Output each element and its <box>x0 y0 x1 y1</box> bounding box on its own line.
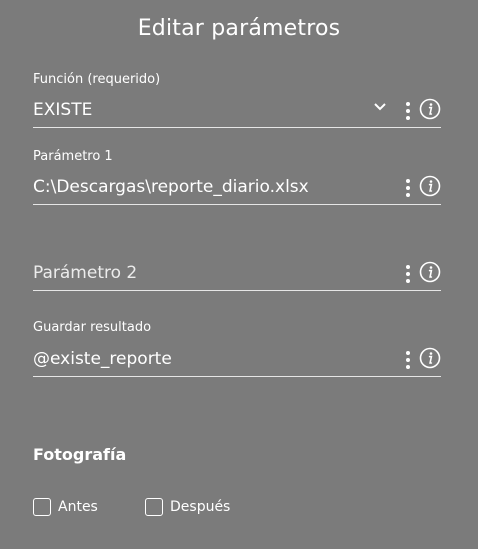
parameter-2-placeholder: Parámetro 2 <box>33 263 138 283</box>
info-icon[interactable] <box>419 347 441 369</box>
checkbox-antes[interactable]: Antes <box>33 498 98 516</box>
info-icon[interactable] <box>419 98 441 120</box>
parameter-1-input[interactable]: C:\Descargas\reporte_diario.xlsx <box>33 173 441 205</box>
function-label: Función (requerido) <box>33 72 161 87</box>
more-vert-icon[interactable] <box>405 100 411 122</box>
edit-parameters-panel: Editar parámetros Función (requerido) EX… <box>0 0 478 549</box>
save-result-value: @existe_reporte <box>33 349 172 369</box>
checkbox-despues-box[interactable] <box>145 498 163 516</box>
function-select[interactable]: EXISTE <box>33 96 441 128</box>
info-icon[interactable] <box>419 261 441 283</box>
parameter-1-value: C:\Descargas\reporte_diario.xlsx <box>33 177 309 197</box>
parameter-1-label: Parámetro 1 <box>33 149 113 164</box>
more-vert-icon[interactable] <box>405 177 411 199</box>
info-icon[interactable] <box>419 175 441 197</box>
parameter-2-input[interactable]: Parámetro 2 <box>33 259 441 291</box>
photography-section-title: Fotografía <box>33 445 127 464</box>
save-result-label: Guardar resultado <box>33 320 152 335</box>
chevron-down-icon[interactable] <box>373 100 387 114</box>
function-value: EXISTE <box>33 100 93 120</box>
save-result-input[interactable]: @existe_reporte <box>33 345 441 377</box>
more-vert-icon[interactable] <box>405 263 411 285</box>
more-vert-icon[interactable] <box>405 349 411 371</box>
dialog-title: Editar parámetros <box>137 16 341 41</box>
checkbox-despues[interactable]: Después <box>145 498 230 516</box>
checkbox-antes-label[interactable]: Antes <box>58 499 98 515</box>
checkbox-antes-box[interactable] <box>33 498 51 516</box>
checkbox-despues-label[interactable]: Después <box>170 499 230 515</box>
